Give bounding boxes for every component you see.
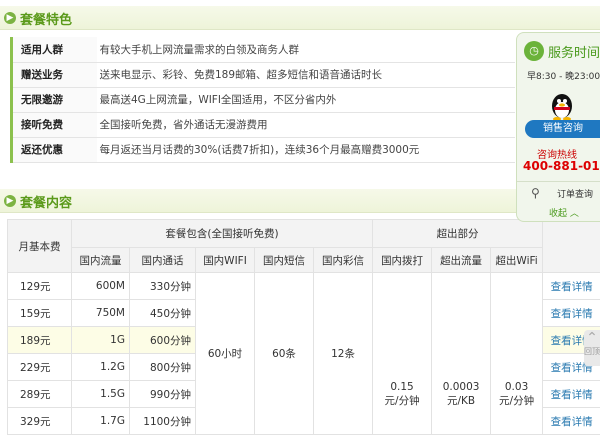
feature-value: 全国接听免费，省外通话无漫游费用 [96,112,515,138]
feature-value: 有较大手机上网流量需求的白领及商务人群 [96,37,515,63]
sub-header: 超出WiFi [490,247,544,273]
sub-header: 国内彩信 [312,247,374,273]
table-row: 129元 600M 330分钟 60小时 60条 12条 0.15 元/分钟 0.0003 元… [7,272,600,435]
feature-key: 返还优惠 [10,137,97,163]
wifi-rate-cell: 0.03 元/分钟 [490,272,544,435]
overage-header: 超出部分 [372,219,544,248]
features-section-header: ▶ 套餐特色 [0,6,600,30]
feature-key: 适用人群 [10,37,97,63]
monthly-fee-header: 月基本费 [7,219,72,273]
feature-row: 赠送业务 送来电显示、彩铃、免费189邮箱、超多短信和语音通话时长 [10,62,515,88]
data-rate-cell: 0.0003 元/KB [431,272,492,435]
qq-penguin-icon [552,94,572,121]
view-details-link[interactable]: 查看详情 [551,281,593,293]
package-table: 月基本费 套餐包含(全国接听免费) 超出部分 国内流量 国内通话 国内WIFI 国内短… [7,219,600,435]
monthly-fee-cell: 329元 [7,407,72,435]
view-details-link[interactable]: 查看详情 [551,416,593,428]
order-search-label: 订单查询 [557,190,594,200]
circle-arrow-icon: ▶ [4,12,16,24]
minutes-cell: 600分钟 [129,326,196,354]
hotline-number: 400-881-0102 [523,159,600,173]
collapse-label: 收起 [549,209,568,219]
chevron-up-icon: ︿ [569,209,579,219]
mms-cell: 12条 [312,272,374,435]
clock-icon: ◷ [524,41,544,61]
minutes-cell: 1100分钟 [129,407,196,435]
customer-service-panel: ◷ 服务时间 早8:30 - 晚23:00 销售咨询 咨询热线 400-881-… [516,32,600,222]
feature-key: 赠送业务 [10,62,97,88]
monthly-fee-cell: 189元 [7,326,72,354]
view-details-link[interactable]: 查看详情 [551,308,593,320]
sub-header: 国内通话 [129,247,196,273]
content-section-header: ▶ 套餐内容 [0,189,600,213]
monthly-fee-cell: 159元 [7,299,72,327]
circle-arrow-icon: ▶ [4,195,16,207]
features-table: 适用人群 有较大手机上网流量需求的白领及商务人群 赠送业务 送来电显示、彩铃、免费18… [10,37,515,163]
monthly-fee-cell: 229元 [7,353,72,381]
sub-header: 国内拨打 [372,247,433,273]
service-hours: 早8:30 - 晚23:00 [527,72,600,82]
feature-key: 接听免费 [10,112,97,138]
order-search-button[interactable]: ⚲ 订单查询 [517,181,600,203]
back-to-top-button[interactable]: ⌃ 回顶 [584,330,600,366]
data-cell: 1.5G [71,380,130,408]
details-cell: 查看详情 [542,380,600,408]
minutes-cell: 450分钟 [129,299,196,327]
view-details-link[interactable]: 查看详情 [551,389,593,401]
feature-row: 接听免费 全国接听免费，省外通话无漫游费用 [10,112,515,138]
sub-header: 国内流量 [71,247,130,273]
sales-consult-button[interactable]: 销售咨询 [525,120,600,138]
feature-key: 无限邀游 [10,87,97,113]
details-cell: 查看详情 [542,407,600,435]
feature-value: 最高送4G上网流量，WIFI全国适用，不区分省内外 [96,87,515,113]
sub-header: 超出流量 [431,247,492,273]
data-cell: 1G [71,326,130,354]
sub-header: 国内短信 [254,247,314,273]
call-rate-cell: 0.15 元/分钟 [372,272,433,435]
features-section-title: 套餐特色 [20,13,73,28]
minutes-cell: 330分钟 [129,272,196,300]
details-header [542,219,600,273]
monthly-fee-cell: 129元 [7,272,72,300]
feature-value: 每月返还当月话费的30%(话费7折扣)，连续36个月最高赠费3000元 [96,137,515,163]
sms-cell: 60条 [254,272,314,435]
search-icon: ⚲ [531,186,540,200]
content-section-title: 套餐内容 [20,196,73,211]
minutes-cell: 800分钟 [129,353,196,381]
service-time-title: 服务时间 [548,46,600,61]
details-cell: 查看详情 [542,272,600,300]
arrow-up-icon: ⌃ [586,330,598,346]
sub-header: 国内WIFI [195,247,255,273]
feature-row: 无限邀游 最高送4G上网流量，WIFI全国适用，不区分省内外 [10,87,515,113]
data-cell: 750M [71,299,130,327]
monthly-fee-cell: 289元 [7,380,72,408]
back-to-top-label: 回顶 [584,347,600,356]
collapse-button[interactable]: 收起 ︿ [549,206,579,219]
details-cell: 查看详情 [542,299,600,327]
minutes-cell: 990分钟 [129,380,196,408]
data-cell: 600M [71,272,130,300]
wifi-cell: 60小时 [195,272,255,435]
feature-row: 适用人群 有较大手机上网流量需求的白领及商务人群 [10,37,515,63]
data-cell: 1.2G [71,353,130,381]
feature-row: 返还优惠 每月返还当月话费的30%(话费7折扣)，连续36个月最高赠费3000元 [10,137,515,163]
included-header: 套餐包含(全国接听免费) [70,219,374,248]
data-cell: 1.7G [71,407,130,435]
feature-value: 送来电显示、彩铃、免费189邮箱、超多短信和语音通话时长 [96,62,515,88]
